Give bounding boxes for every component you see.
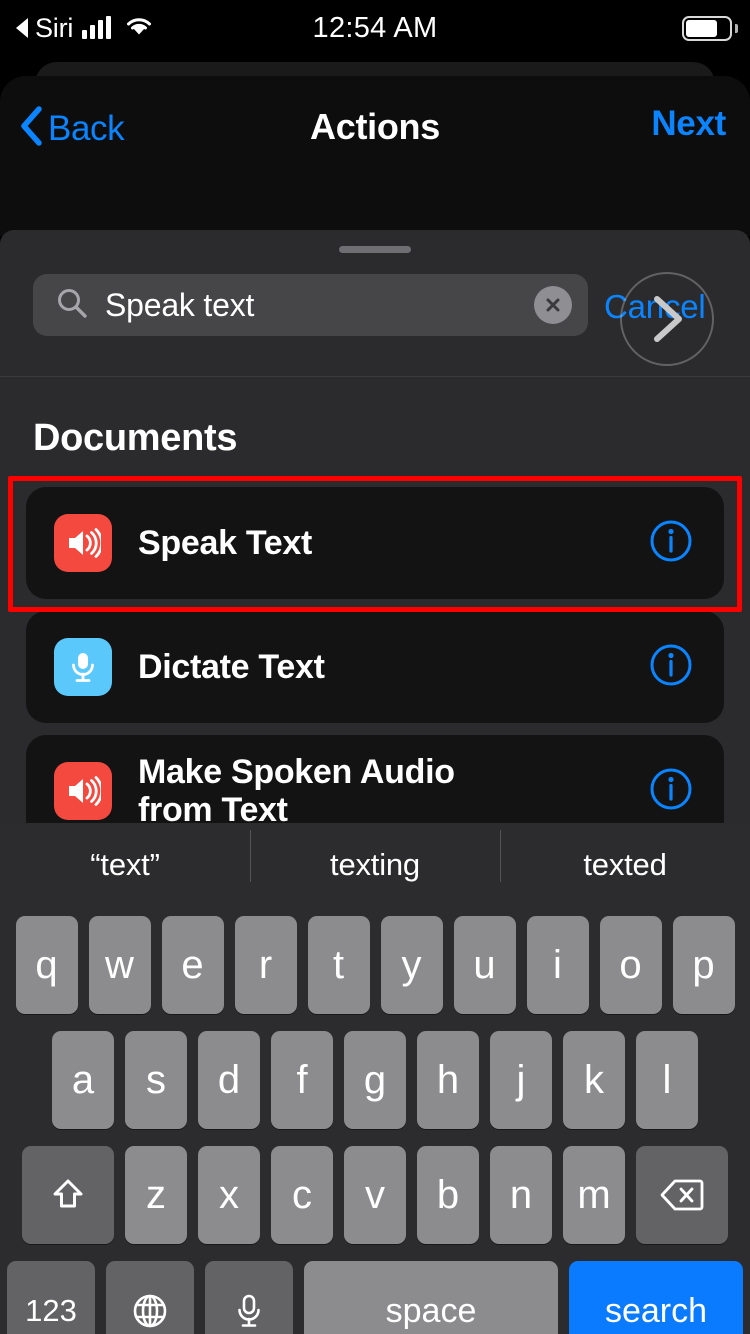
prediction-2[interactable]: texted [500,829,750,883]
status-bar: Siri 12:54 AM [0,0,750,56]
close-circle-icon[interactable] [534,286,572,324]
results-list: Documents Speak Text Dictate Text Make S… [0,377,750,823]
keyboard-row-2: a s d f g h j k l [0,1031,750,1129]
predictive-text-bar: “text” texting texted [0,823,750,906]
key-s[interactable]: s [125,1031,187,1129]
prediction-1[interactable]: texting [250,829,500,883]
result-row-make-spoken-audio[interactable]: Make Spoken Audio from Text [26,735,724,823]
key-x[interactable]: x [198,1146,260,1244]
result-row-label: Speak Text [138,523,313,562]
search-input[interactable]: Speak text [105,287,534,324]
keyboard-row-1: q w e r t y u i o p [0,916,750,1014]
key-n[interactable]: n [490,1146,552,1244]
result-row-speak-text[interactable]: Speak Text [26,487,724,599]
key-d[interactable]: d [198,1031,260,1129]
key-i[interactable]: i [526,916,589,1014]
navigation-bar: Back Actions Next [0,76,750,200]
keyboard-row-3: z x c v b n m [0,1146,750,1244]
magnifier-icon [55,286,89,325]
key-p[interactable]: p [672,916,735,1014]
prediction-0[interactable]: “text” [0,847,250,883]
battery-icon [682,15,738,41]
search-return-key[interactable]: search [569,1261,743,1334]
next-button[interactable]: Next [651,104,726,144]
key-k[interactable]: k [563,1031,625,1129]
status-bar-clock: 12:54 AM [312,11,438,44]
speaker-wave-icon [54,514,112,572]
key-g[interactable]: g [344,1031,406,1129]
key-l[interactable]: l [636,1031,698,1129]
shift-arrow-icon[interactable] [22,1146,114,1244]
on-screen-keyboard: “text” texting texted q w e r t y u i o … [0,823,750,1334]
sheet-grabber-handle[interactable] [339,246,411,253]
result-row-label: Make Spoken Audio from Text [138,752,455,823]
space-key[interactable]: space [304,1261,558,1334]
key-f[interactable]: f [271,1031,333,1129]
key-t[interactable]: t [307,916,370,1014]
key-v[interactable]: v [344,1146,406,1244]
search-sheet: Speak text Cancel [0,230,750,376]
result-row-dictate-text[interactable]: Dictate Text [26,611,724,723]
key-o[interactable]: o [599,916,662,1014]
section-header-documents: Documents [33,417,238,459]
key-w[interactable]: w [88,916,151,1014]
numbers-key[interactable]: 123 [7,1261,95,1334]
search-field[interactable]: Speak text [33,274,588,336]
microphone-icon [54,638,112,696]
backspace-icon[interactable] [636,1146,728,1244]
key-a[interactable]: a [52,1031,114,1129]
key-j[interactable]: j [490,1031,552,1129]
info-circle-icon[interactable] [648,642,694,693]
info-circle-icon[interactable] [648,766,694,817]
cancel-button[interactable]: Cancel [604,288,706,326]
key-e[interactable]: e [161,916,224,1014]
key-m[interactable]: m [563,1146,625,1244]
key-u[interactable]: u [453,916,516,1014]
key-r[interactable]: r [234,916,297,1014]
globe-icon[interactable] [106,1261,194,1334]
dictation-microphone-icon[interactable] [205,1261,293,1334]
key-q[interactable]: q [15,916,78,1014]
key-y[interactable]: y [380,916,443,1014]
iphone-screen: Siri 12:54 AM Back Actions Next Speak te… [0,0,750,1334]
page-title: Actions [310,106,440,147]
key-b[interactable]: b [417,1146,479,1244]
key-h[interactable]: h [417,1031,479,1129]
keyboard-row-4: 123 space search [0,1261,750,1334]
speaker-wave-icon [54,762,112,820]
key-z[interactable]: z [125,1146,187,1244]
info-circle-icon[interactable] [648,518,694,569]
key-c[interactable]: c [271,1146,333,1244]
result-row-label: Dictate Text [138,647,325,686]
